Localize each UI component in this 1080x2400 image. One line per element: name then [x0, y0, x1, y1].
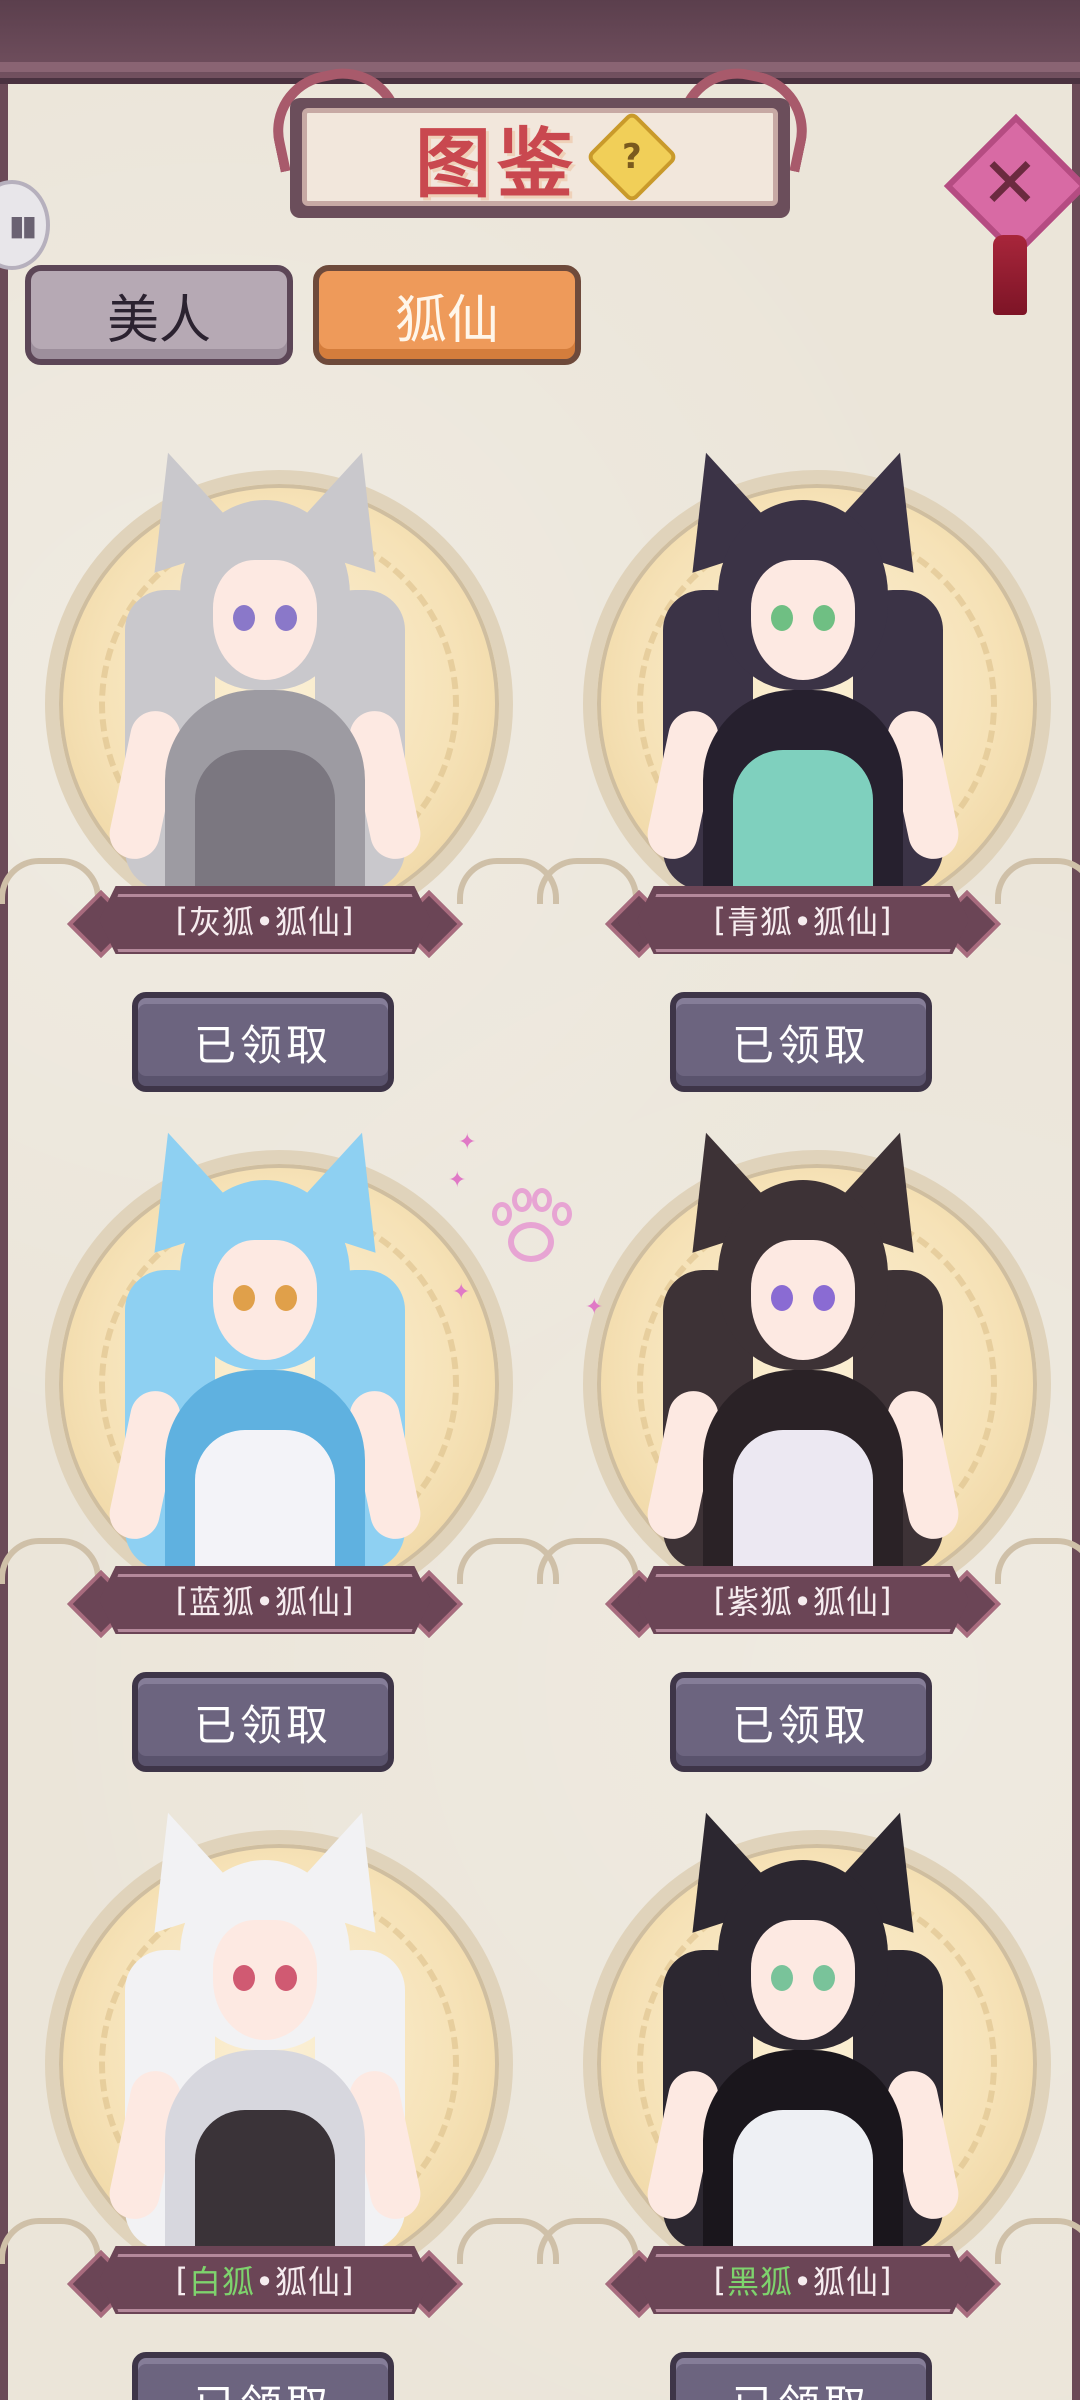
- close-icon: ✕: [980, 142, 1040, 224]
- sparkle-icon: ✦: [448, 1168, 467, 1193]
- character-portrait: [633, 437, 973, 910]
- character-name-banner: [青狐 •狐仙]: [605, 880, 1001, 960]
- sparkle-icon: ✦: [458, 1130, 477, 1155]
- frame-right-border: [1072, 0, 1080, 2400]
- character-name-banner: [黑狐 •狐仙]: [605, 2240, 1001, 2320]
- character-name: [白狐 •狐仙]: [175, 2261, 355, 2301]
- tab-meiren[interactable]: 美人: [25, 265, 293, 365]
- character-card[interactable]: [白狐•狐仙] 已领取: [0, 1790, 559, 2400]
- character-name-banner: [灰狐 •狐仙]: [67, 880, 463, 960]
- title-plaque-inner: 图鉴 ?: [302, 108, 778, 208]
- character-name: [黑狐 •狐仙]: [713, 2261, 893, 2301]
- sparkle-icon: ✦: [452, 1280, 471, 1305]
- claimed-button[interactable]: 已领取: [670, 1672, 932, 1772]
- tassel-ornament: [993, 235, 1027, 315]
- paw-print-icon: [486, 1188, 576, 1268]
- character-name-banner: [紫狐 •狐仙]: [605, 1560, 1001, 1640]
- claimed-button[interactable]: 已领取: [670, 2352, 932, 2400]
- sparkle-icon: ✦: [585, 1295, 604, 1320]
- title-plaque: 图鉴 ?: [262, 57, 818, 230]
- claimed-button[interactable]: 已领取: [670, 992, 932, 1092]
- character-card[interactable]: [灰狐 •狐仙] 已领取: [0, 430, 559, 1092]
- character-portrait: [95, 1797, 435, 2270]
- character-portrait: [95, 437, 435, 910]
- character-portrait: [633, 1117, 973, 1590]
- character-portrait: [95, 1117, 435, 1590]
- character-portrait: [633, 1797, 973, 2270]
- help-button[interactable]: ?: [585, 110, 679, 204]
- frame-left-border: [0, 0, 8, 2400]
- close-button[interactable]: ✕: [943, 113, 1080, 325]
- question-icon: ?: [622, 136, 642, 177]
- character-card[interactable]: [紫狐 •狐仙] 已领取: [537, 1110, 1080, 1772]
- character-name: [灰狐 •狐仙]: [175, 901, 355, 941]
- claimed-button[interactable]: 已领取: [132, 992, 394, 1092]
- character-name-banner: [白狐 •狐仙]: [67, 2240, 463, 2320]
- claimed-button[interactable]: 已领取: [132, 1672, 394, 1772]
- title-plaque-frame: 图鉴 ?: [290, 98, 790, 218]
- character-card[interactable]: [蓝狐 •狐仙] 已领取: [0, 1110, 559, 1772]
- pause-icon: ▮▮: [9, 208, 37, 242]
- claimed-button[interactable]: 已领取: [132, 2352, 394, 2400]
- character-name: [蓝狐 •狐仙]: [175, 1581, 355, 1621]
- tab-huxian[interactable]: 狐仙: [313, 265, 581, 365]
- page-title: 图鉴: [415, 119, 579, 208]
- character-name: [紫狐 •狐仙]: [713, 1581, 893, 1621]
- character-name-banner: [蓝狐 •狐仙]: [67, 1560, 463, 1640]
- character-card[interactable]: [青狐 •狐仙] 已领取: [537, 430, 1080, 1092]
- character-card[interactable]: [黑狐•狐仙] 已领取: [537, 1790, 1080, 2400]
- character-name: [青狐 •狐仙]: [713, 901, 893, 941]
